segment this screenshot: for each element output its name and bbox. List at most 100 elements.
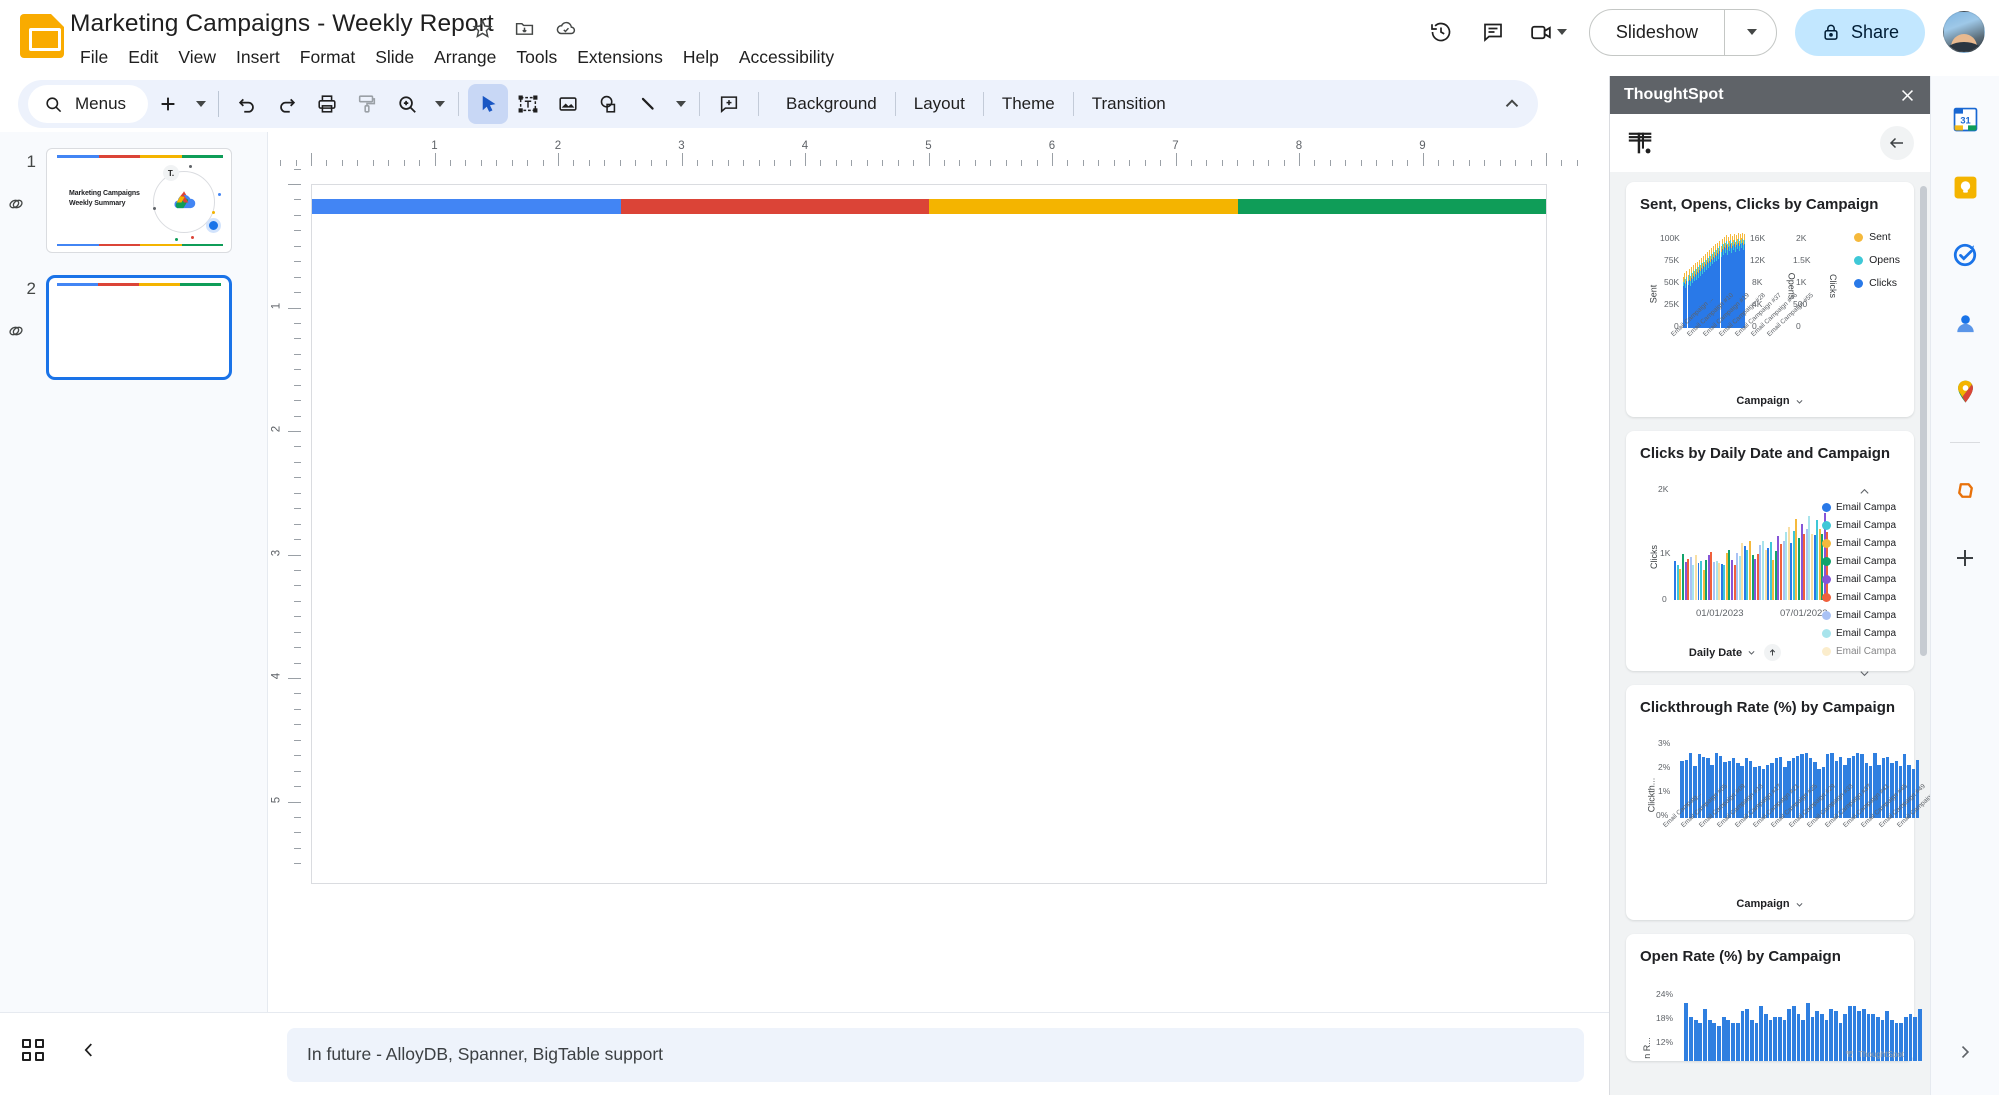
- ruler-tick: [419, 160, 421, 166]
- legend-item[interactable]: Email Campa: [1822, 574, 1906, 585]
- arrow-back-icon[interactable]: [1880, 126, 1914, 160]
- print-button[interactable]: [307, 84, 347, 124]
- chevron-left-icon[interactable]: [78, 1039, 100, 1061]
- y-tick: 16K: [1750, 233, 1766, 243]
- menu-extensions[interactable]: Extensions: [567, 44, 673, 71]
- legend-item[interactable]: Email Campa: [1822, 628, 1906, 639]
- transition-button[interactable]: Transition: [1074, 85, 1184, 123]
- redo-button[interactable]: [267, 84, 307, 124]
- paint-format-button[interactable]: [347, 84, 387, 124]
- slide-thumbnail-1[interactable]: Marketing Campaigns Weekly Summary T.: [46, 148, 232, 253]
- star-icon[interactable]: [470, 16, 494, 40]
- menu-arrange[interactable]: Arrange: [424, 44, 506, 71]
- present-video-icon[interactable]: [1521, 8, 1575, 56]
- x-axis-label[interactable]: Daily Date: [1640, 644, 1830, 661]
- bar: [1787, 1008, 1792, 1061]
- menu-insert[interactable]: Insert: [226, 44, 290, 71]
- bar: [1684, 1002, 1689, 1061]
- thoughtspot-card-list[interactable]: Sent, Opens, Clicks by Campaign Sent 100…: [1610, 172, 1930, 1095]
- select-tool-button[interactable]: [468, 84, 509, 124]
- x-axis-label[interactable]: Campaign: [1640, 395, 1900, 407]
- shape-icon[interactable]: [588, 84, 628, 124]
- slideshow-button[interactable]: Slideshow: [1588, 8, 1777, 56]
- menu-format[interactable]: Format: [290, 44, 365, 71]
- menu-edit[interactable]: Edit: [118, 44, 168, 71]
- line-icon[interactable]: [628, 84, 668, 124]
- ruler-tick: [835, 160, 837, 166]
- legend-label: Email Campa: [1836, 610, 1897, 621]
- horizontal-ruler[interactable]: 1 2 3 4 5 6 7 8 9: [268, 132, 1609, 166]
- chart-card-open-rate[interactable]: Open Rate (%) by Campaign n R... 24% 18%…: [1626, 934, 1922, 1061]
- zoom-button[interactable]: [387, 84, 427, 124]
- slides-logo-icon[interactable]: [20, 14, 64, 58]
- panel-scrollbar[interactable]: [1920, 186, 1927, 656]
- text-box-icon[interactable]: [508, 84, 548, 124]
- ruler-tick: [959, 160, 961, 166]
- legend-label: Email Campa: [1836, 646, 1897, 657]
- new-slide-button[interactable]: [148, 84, 188, 124]
- google-keep-icon[interactable]: [1946, 168, 1984, 206]
- add-on-plus-icon[interactable]: [1946, 539, 1984, 577]
- chart-card-sent-opens-clicks[interactable]: Sent, Opens, Clicks by Campaign Sent 100…: [1626, 182, 1914, 417]
- x-axis-label[interactable]: Campaign: [1640, 898, 1900, 910]
- line-dropdown[interactable]: [668, 84, 690, 124]
- slideshow-dropdown-icon[interactable]: [1725, 29, 1776, 35]
- zoom-dropdown[interactable]: [427, 84, 449, 124]
- menu-tools[interactable]: Tools: [506, 44, 567, 71]
- slide-thumbnail-2[interactable]: [46, 275, 232, 380]
- google-calendar-icon[interactable]: 31: [1946, 100, 1984, 138]
- current-slide-canvas[interactable]: [311, 184, 1547, 884]
- legend-item[interactable]: Email Campa: [1822, 646, 1906, 657]
- background-button[interactable]: Background: [768, 85, 895, 123]
- vertical-ruler[interactable]: 1 2 3 4 5: [268, 166, 302, 1095]
- layout-button[interactable]: Layout: [896, 85, 983, 123]
- new-slide-dropdown[interactable]: [188, 84, 210, 124]
- comment-icon[interactable]: [1469, 8, 1517, 56]
- close-icon[interactable]: [1899, 87, 1916, 104]
- menu-help[interactable]: Help: [673, 44, 729, 71]
- version-history-icon[interactable]: [1417, 8, 1465, 56]
- menu-slide[interactable]: Slide: [365, 44, 424, 71]
- chevron-right-icon[interactable]: [1948, 1035, 1982, 1069]
- ruler-tick: [1098, 160, 1100, 166]
- account-avatar[interactable]: [1943, 11, 1985, 53]
- grid-view-icon[interactable]: [22, 1039, 44, 1061]
- google-maps-icon[interactable]: [1946, 372, 1984, 410]
- legend-scroll-down-icon[interactable]: [1822, 664, 1906, 682]
- theme-button[interactable]: Theme: [984, 85, 1073, 123]
- ruler-tick: [288, 801, 301, 803]
- google-contacts-icon[interactable]: [1946, 304, 1984, 342]
- move-to-folder-icon[interactable]: [512, 16, 536, 40]
- legend-item[interactable]: Email Campa: [1822, 556, 1906, 567]
- thoughtspot-addon-icon[interactable]: [1946, 471, 1984, 509]
- google-tasks-icon[interactable]: [1946, 236, 1984, 274]
- cloud-saved-icon[interactable]: [554, 16, 578, 40]
- bar: [1703, 1008, 1707, 1061]
- menu-view[interactable]: View: [168, 44, 226, 71]
- menus-search-button[interactable]: Menus: [28, 85, 149, 123]
- legend-label: Email Campa: [1836, 592, 1897, 603]
- add-comment-icon[interactable]: [709, 84, 749, 124]
- legend-item[interactable]: Email Campa: [1822, 592, 1906, 603]
- legend-item[interactable]: Email Campa: [1822, 520, 1906, 531]
- chart-card-clicks-by-date[interactable]: Clicks by Daily Date and Campaign Clicks…: [1626, 431, 1914, 677]
- menu-file[interactable]: File: [70, 44, 118, 71]
- chevron-up-icon[interactable]: [1492, 84, 1532, 124]
- chart-legend[interactable]: Email Campa Email Campa Email Campa Email C…: [1822, 482, 1906, 682]
- menu-accessibility[interactable]: Accessibility: [729, 44, 844, 71]
- page-title[interactable]: Marketing Campaigns - Weekly Report: [70, 10, 494, 38]
- legend-item[interactable]: Email Campa: [1822, 538, 1906, 549]
- legend-scroll-up-icon[interactable]: [1822, 482, 1906, 500]
- chevron-down-icon[interactable]: [1556, 29, 1567, 35]
- chart-card-clickthrough-rate[interactable]: Clickthrough Rate (%) by Campaign Clickt…: [1626, 685, 1930, 920]
- link-slide-icon[interactable]: [6, 321, 26, 346]
- link-slide-icon[interactable]: [6, 194, 26, 219]
- share-button[interactable]: Share: [1794, 8, 1925, 56]
- sort-ascending-icon[interactable]: [1764, 644, 1782, 661]
- ruler-tick: [696, 160, 698, 166]
- undo-button[interactable]: [227, 84, 267, 124]
- speaker-notes-input[interactable]: In future - AlloyDB, Spanner, BigTable s…: [287, 1028, 1584, 1082]
- image-icon[interactable]: [548, 84, 588, 124]
- legend-item[interactable]: Email Campa: [1822, 610, 1906, 621]
- legend-item[interactable]: Email Campa: [1822, 502, 1906, 513]
